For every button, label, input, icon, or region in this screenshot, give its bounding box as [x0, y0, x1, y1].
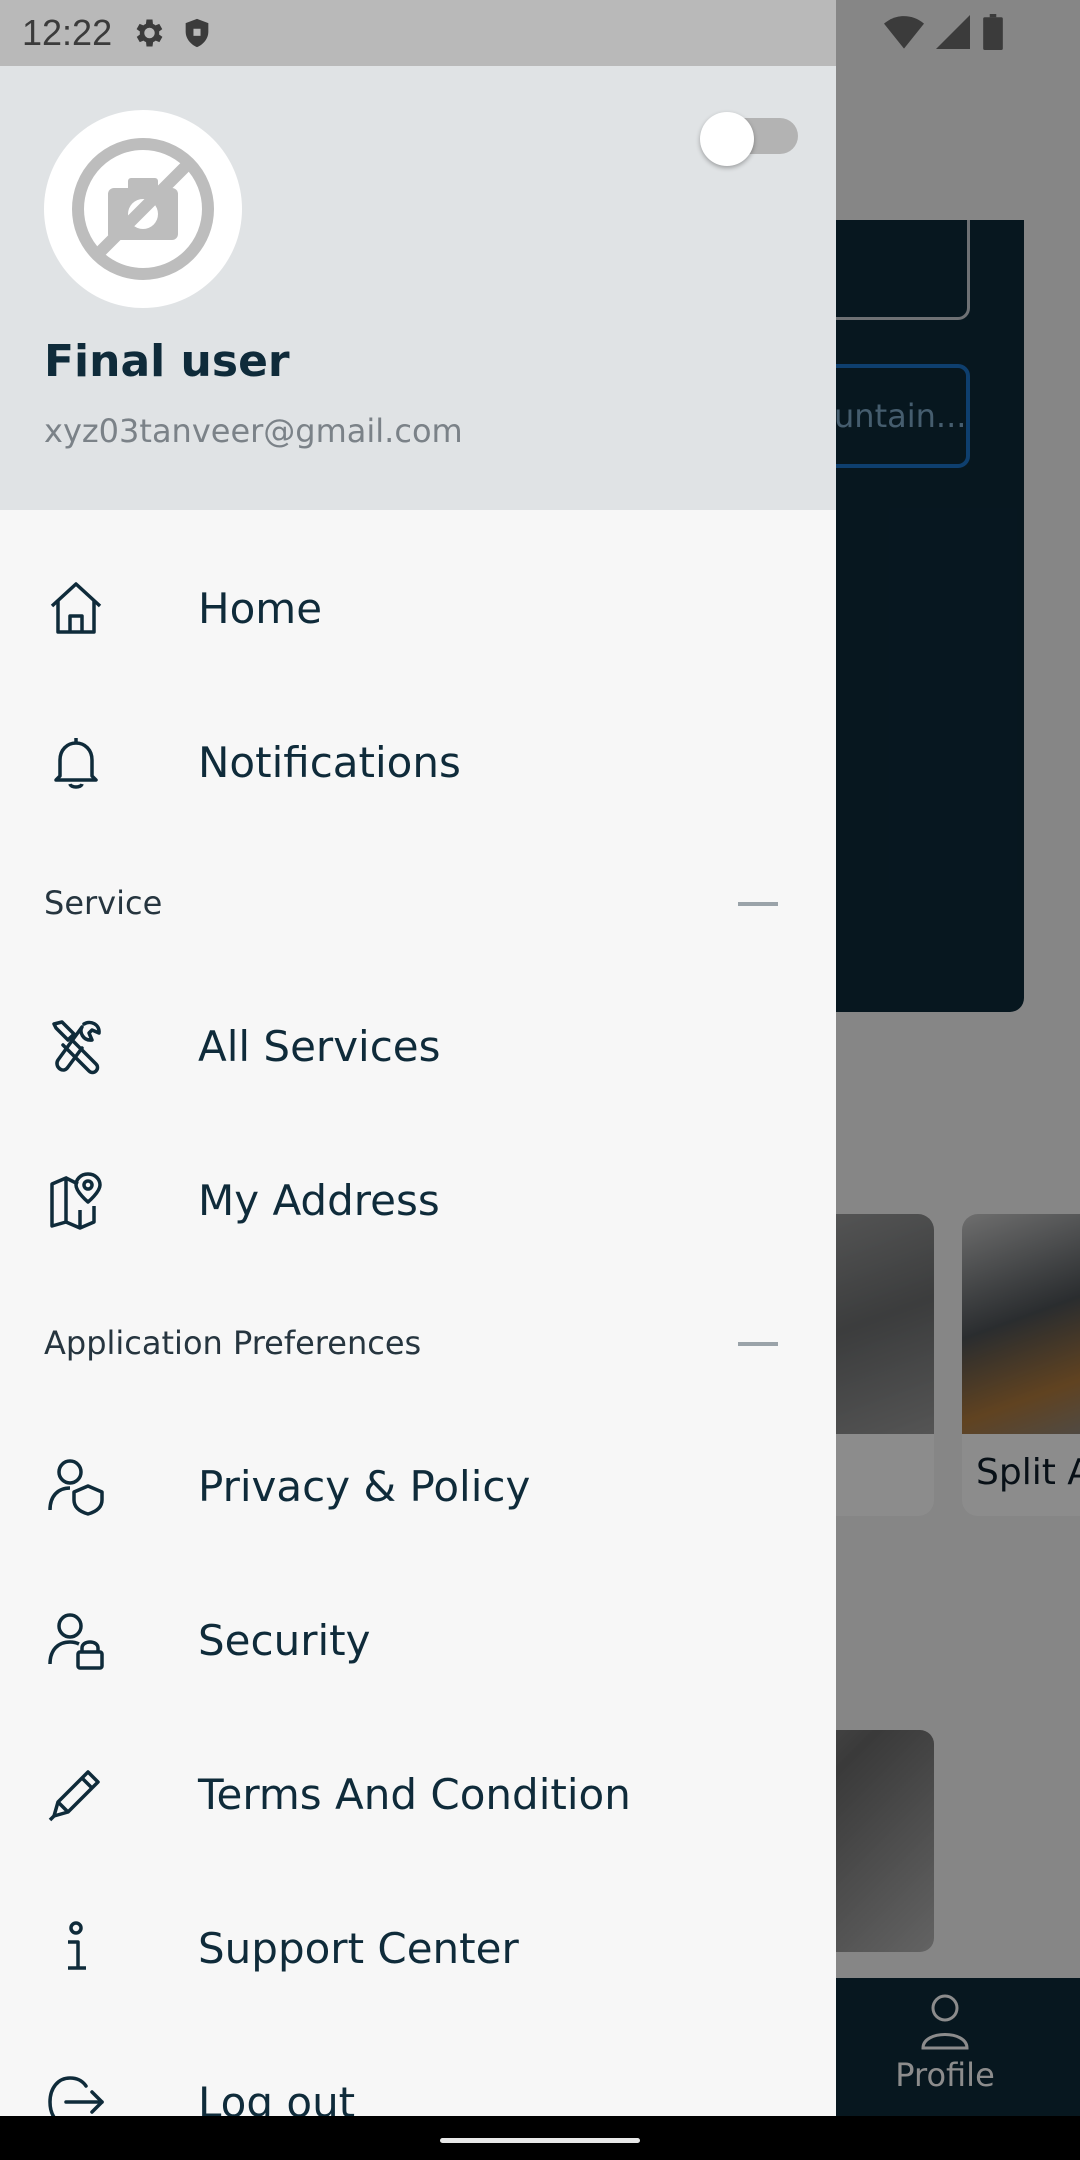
user-name: Final user	[44, 336, 290, 387]
shield-icon	[185, 18, 209, 48]
logout-icon	[44, 2070, 108, 2116]
menu-item-label: Home	[198, 583, 323, 633]
menu-item-privacy-policy[interactable]: Privacy & Policy	[0, 1426, 836, 1546]
drawer-header: Final user xyz03tanveer@gmail.com	[0, 66, 836, 510]
collapse-icon[interactable]	[738, 902, 778, 906]
menu-item-label: All Services	[198, 1021, 441, 1071]
menu-item-label: My Address	[198, 1175, 440, 1225]
section-title: Application Preferences	[44, 1324, 422, 1362]
tools-icon	[44, 1014, 108, 1078]
bell-icon	[44, 730, 108, 794]
pencil-icon	[44, 1762, 108, 1826]
menu-item-support-center[interactable]: Support Center	[0, 1888, 836, 2008]
user-lock-icon	[44, 1608, 108, 1672]
home-icon	[44, 576, 108, 640]
menu-item-terms-and-condition[interactable]: Terms And Condition	[0, 1734, 836, 1854]
menu-item-security[interactable]: Security	[0, 1580, 836, 1700]
menu-item-my-address[interactable]: My Address	[0, 1140, 836, 1260]
menu-item-label: Notifications	[198, 737, 461, 787]
signal-icon	[936, 15, 970, 49]
menu-item-home[interactable]: Home	[0, 548, 836, 668]
menu-item-all-services[interactable]: All Services	[0, 986, 836, 1106]
system-navigation-bar	[0, 2116, 1080, 2160]
menu-item-label: Support Center	[198, 1923, 519, 1973]
menu-item-label: Privacy & Policy	[198, 1461, 531, 1511]
user-shield-icon	[44, 1454, 108, 1518]
theme-toggle[interactable]	[700, 112, 800, 166]
info-icon	[44, 1916, 108, 1980]
menu-item-log-out[interactable]: Log out	[0, 2042, 836, 2116]
menu-item-label: Terms And Condition	[198, 1769, 631, 1819]
navigation-drawer: Final user xyz03tanveer@gmail.com Home N…	[0, 0, 836, 2116]
section-header-service[interactable]: Service	[0, 874, 836, 934]
settings-icon	[136, 19, 163, 47]
status-bar: 12:22	[0, 0, 1080, 66]
section-title: Service	[44, 884, 163, 922]
battery-icon	[983, 14, 1003, 50]
collapse-icon[interactable]	[738, 1342, 778, 1346]
status-time: 12:22	[22, 12, 113, 53]
menu-item-label: Log out	[198, 2077, 356, 2117]
section-header-application-preferences[interactable]: Application Preferences	[0, 1314, 836, 1374]
no-photo-icon	[72, 138, 214, 280]
home-gesture-handle[interactable]	[440, 2138, 640, 2143]
wifi-icon	[884, 16, 924, 49]
user-email: xyz03tanveer@gmail.com	[44, 412, 463, 450]
menu-item-notifications[interactable]: Notifications	[0, 702, 836, 822]
map-pin-icon	[44, 1168, 108, 1232]
menu-item-label: Security	[198, 1615, 371, 1665]
avatar[interactable]	[44, 110, 242, 308]
